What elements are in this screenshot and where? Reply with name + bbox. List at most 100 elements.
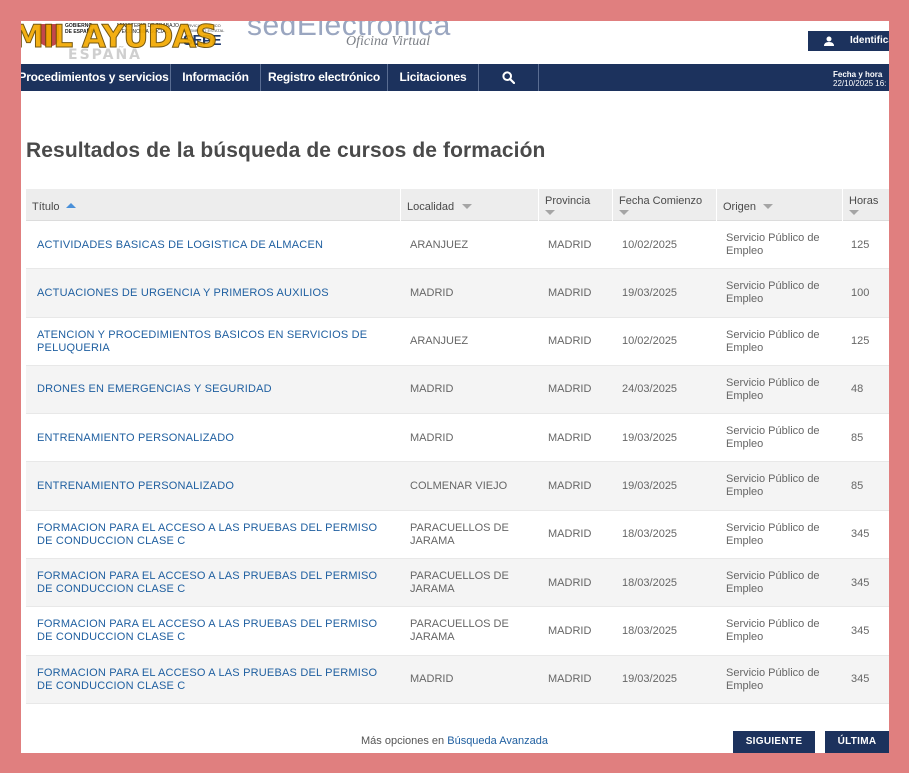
more-options-label: Más opciones en [361, 735, 445, 747]
cell-localidad: MADRID [410, 431, 454, 444]
cell-fecha: 24/03/2025 [622, 383, 678, 396]
course-title-link[interactable]: ENTRENAMIENTO PERSONALIZADO [37, 462, 389, 510]
cell-origen: Servicio Público de Empleo [726, 618, 820, 644]
cell-origen: Servicio Público de Empleo [726, 666, 820, 692]
table-row: ACTIVIDADES BASICAS DE LOGISTICA DE ALMA… [26, 221, 889, 270]
sort-icon [462, 204, 472, 209]
cell-fecha: 10/02/2025 [622, 335, 678, 348]
sort-icon [545, 210, 555, 215]
nav-item-informacion[interactable]: Información [171, 64, 261, 91]
datetime-label: Fecha y hora [833, 70, 883, 79]
column-header-origen[interactable]: Origen [716, 189, 842, 221]
cell-localidad: PARACUELLOS DE JARAMA [410, 618, 509, 644]
cell-fecha: 19/03/2025 [622, 431, 678, 444]
nav-item-licitaciones[interactable]: Licitaciones [388, 64, 479, 91]
column-header-horas[interactable]: Horas [842, 189, 889, 221]
cell-localidad: PARACUELLOS DE JARAMA [410, 521, 509, 547]
table-row: ENTRENAMIENTO PERSONALIZADO COLMENAR VIE… [26, 462, 889, 511]
cell-horas: 345 [851, 576, 870, 589]
column-header-provincia[interactable]: Provincia [538, 189, 612, 221]
cell-horas: 125 [851, 335, 870, 348]
table-row: FORMACION PARA EL ACCESO A LAS PRUEBAS D… [26, 559, 889, 608]
cell-provincia: MADRID [548, 431, 592, 444]
table-row: ATENCION Y PROCEDIMIENTOS BASICOS EN SER… [26, 317, 889, 366]
cell-provincia: MADRID [548, 286, 592, 299]
table-row: DRONES EN EMERGENCIAS Y SEGURIDAD MADRID… [26, 365, 889, 415]
oficina-virtual-label: Oficina Virtual [346, 34, 431, 49]
identify-button[interactable]: Identificarse [808, 31, 889, 51]
cell-origen: Servicio Público de Empleo [726, 280, 820, 306]
results-table: Título Localidad Provincia Fecha Comienz… [26, 189, 889, 704]
cell-fecha: 18/03/2025 [622, 576, 678, 589]
table-body: ACTIVIDADES BASICAS DE LOGISTICA DE ALMA… [26, 221, 889, 704]
course-title-link[interactable]: ACTUACIONES DE URGENCIA Y PRIMEROS AUXIL… [37, 269, 389, 317]
cell-localidad: MADRID [410, 673, 454, 686]
cell-provincia: MADRID [548, 528, 592, 541]
course-title-link[interactable]: ATENCION Y PROCEDIMIENTOS BASICOS EN SER… [37, 318, 389, 366]
cell-fecha: 10/02/2025 [622, 238, 678, 251]
cell-fecha: 18/03/2025 [622, 528, 678, 541]
cell-provincia: MADRID [548, 673, 592, 686]
search-icon [502, 71, 515, 84]
cell-horas: 85 [851, 431, 864, 444]
course-title-link[interactable]: FORMACION PARA EL ACCESO A LAS PRUEBAS D… [37, 607, 389, 655]
table-row: FORMACION PARA EL ACCESO A LAS PRUEBAS D… [26, 655, 889, 704]
cell-localidad: ARANJUEZ [410, 335, 469, 348]
cell-horas: 100 [851, 286, 870, 299]
cell-provincia: MADRID [548, 335, 592, 348]
course-title-link[interactable]: FORMACION PARA EL ACCESO A LAS PRUEBAS D… [37, 559, 389, 607]
column-header-localidad[interactable]: Localidad [400, 189, 538, 221]
cell-origen: Servicio Público de Empleo [726, 473, 820, 499]
sort-asc-icon [66, 203, 76, 208]
cell-horas: 85 [851, 479, 864, 492]
cell-provincia: MADRID [548, 624, 592, 637]
nav-search-button[interactable] [479, 64, 539, 91]
sort-icon [619, 210, 629, 215]
cell-horas: 345 [851, 673, 870, 686]
cell-fecha: 19/03/2025 [622, 479, 678, 492]
table-row: FORMACION PARA EL ACCESO A LAS PRUEBAS D… [26, 607, 889, 656]
nav-item-procedimientos[interactable]: Procedimientos y servicios [21, 64, 171, 91]
cell-fecha: 19/03/2025 [622, 673, 678, 686]
nav-item-registro[interactable]: Registro electrónico [261, 64, 388, 91]
cell-provincia: MADRID [548, 383, 592, 396]
identify-label: Identificarse [850, 35, 889, 46]
advanced-search-link[interactable]: Búsqueda Avanzada [447, 735, 548, 747]
last-page-button[interactable]: ÚLTIMA [825, 731, 889, 753]
column-header-fecha[interactable]: Fecha Comienzo [612, 189, 716, 221]
cell-provincia: MADRID [548, 479, 592, 492]
watermark-sub: ESPAÑA [68, 47, 143, 63]
course-title-link[interactable]: ACTIVIDADES BASICAS DE LOGISTICA DE ALMA… [37, 221, 389, 269]
course-title-link[interactable]: FORMACION PARA EL ACCESO A LAS PRUEBAS D… [37, 656, 389, 704]
cell-origen: Servicio Público de Empleo [726, 570, 820, 596]
next-page-button[interactable]: SIGUIENTE [733, 731, 815, 753]
column-header-titulo[interactable]: Título [26, 189, 400, 221]
course-title-link[interactable]: ENTRENAMIENTO PERSONALIZADO [37, 414, 389, 462]
cell-provincia: MADRID [548, 576, 592, 589]
cell-origen: Servicio Público de Empleo [726, 521, 820, 547]
cell-horas: 345 [851, 528, 870, 541]
table-row: ACTUACIONES DE URGENCIA Y PRIMEROS AUXIL… [26, 269, 889, 318]
sort-icon [849, 210, 859, 215]
table-header: Título Localidad Provincia Fecha Comienz… [26, 189, 889, 221]
cell-origen: Servicio Público de Empleo [726, 232, 820, 257]
cell-localidad: PARACUELLOS DE JARAMA [410, 570, 509, 596]
cell-localidad: ARANJUEZ [410, 238, 469, 251]
cell-fecha: 18/03/2025 [622, 624, 678, 637]
cell-localidad: MADRID [410, 286, 454, 299]
cell-provincia: MADRID [548, 238, 592, 251]
cell-fecha: 19/03/2025 [622, 286, 678, 299]
datetime-display: Fecha y hora 22/10/2025 16: [833, 70, 889, 88]
cell-origen: Servicio Público de Empleo [726, 376, 820, 402]
main-nav: Procedimientos y servicios Información R… [21, 64, 889, 91]
cell-origen: Servicio Público de Empleo [726, 328, 820, 354]
watermark: MIL AYUDAS ESPAÑA [21, 21, 253, 65]
table-row: FORMACION PARA EL ACCESO A LAS PRUEBAS D… [26, 510, 889, 560]
user-icon [824, 36, 834, 46]
cell-localidad: COLMENAR VIEJO [410, 479, 508, 492]
cell-origen: Servicio Público de Empleo [726, 425, 820, 451]
course-title-link[interactable]: DRONES EN EMERGENCIAS Y SEGURIDAD [37, 366, 389, 414]
more-options: Más opciones en Búsqueda Avanzada [361, 735, 548, 747]
sort-icon [763, 204, 773, 209]
course-title-link[interactable]: FORMACION PARA EL ACCESO A LAS PRUEBAS D… [37, 511, 389, 559]
